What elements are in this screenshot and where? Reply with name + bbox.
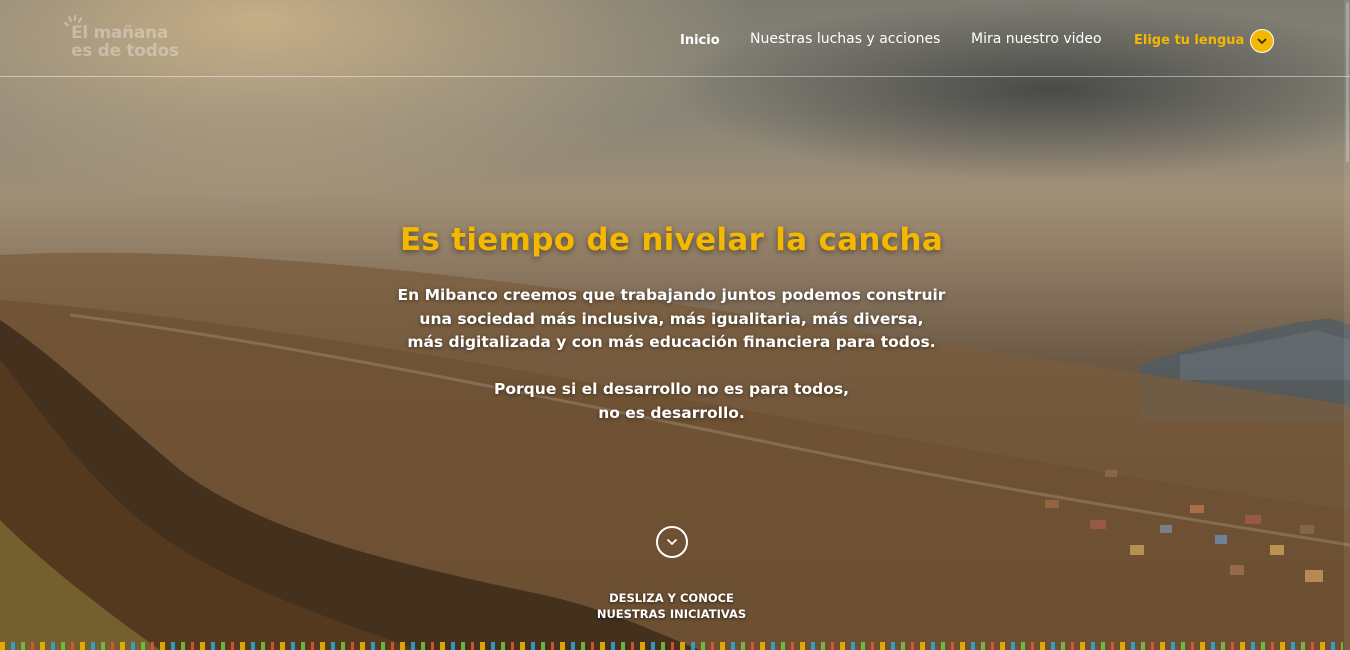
- confetti-border: [0, 642, 1343, 650]
- hero-paragraph-2-line-1: Porque si el desarrollo no es para todos…: [494, 380, 849, 398]
- hero-paragraph-1-line-2: una sociedad más inclusiva, más igualita…: [419, 309, 924, 328]
- main-nav: Inicio Nuestras luchas y acciones Mira n…: [0, 0, 1350, 77]
- hero-title: Es tiempo de nivelar la cancha: [399, 222, 944, 258]
- scrollbar-track[interactable]: [1344, 0, 1350, 650]
- chevron-down-icon: [667, 539, 677, 545]
- scroll-caption-line-1: DESLIZA Y CONOCE: [609, 591, 734, 605]
- nav-link-inicio[interactable]: Inicio: [680, 33, 720, 48]
- hero-paragraph-2-line-2: no es desarrollo.: [598, 403, 745, 422]
- scroll-caption: DESLIZA Y CONOCE NUESTRAS INICIATIVAS: [0, 590, 1343, 622]
- hero-description: En Mibanco creemos que trabajando juntos…: [0, 284, 1343, 425]
- language-selector-label[interactable]: Elige tu lengua: [1134, 33, 1244, 48]
- scroll-caption-line-2: NUESTRAS INICIATIVAS: [596, 607, 747, 621]
- chevron-down-icon: [1257, 38, 1267, 44]
- scroll-down-button[interactable]: [656, 526, 688, 558]
- site-header: El mañana es de todos Inicio Nuestras lu…: [0, 0, 1350, 77]
- page: El mañana es de todos Inicio Nuestras lu…: [0, 0, 1350, 650]
- nav-link-luchas[interactable]: Nuestras luchas y acciones: [750, 31, 940, 47]
- language-selector-button[interactable]: [1250, 29, 1274, 53]
- hero-paragraph-1-line-1: En Mibanco creemos que trabajando juntos…: [397, 286, 946, 304]
- hero-paragraph-1-line-3: más digitalizada y con más educación fin…: [407, 333, 936, 351]
- nav-link-video[interactable]: Mira nuestro video: [971, 31, 1102, 47]
